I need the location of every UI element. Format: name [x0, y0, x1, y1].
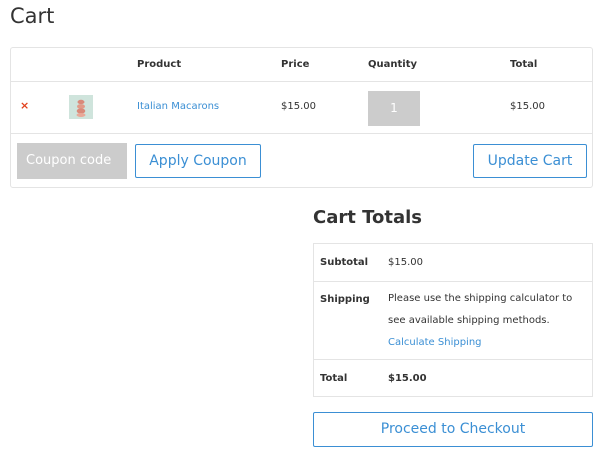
macaron-stack-icon[interactable]: [69, 95, 93, 119]
cart-table: Product Price Quantity Total × Italian M…: [10, 47, 593, 188]
header-total: Total: [510, 59, 538, 70]
header-price: Price: [281, 59, 310, 70]
subtotal-row: Subtotal $15.00: [314, 244, 592, 282]
cart-totals-table: Subtotal $15.00 Shipping Please use the …: [313, 243, 593, 397]
header-quantity: Quantity: [368, 59, 417, 70]
coupon-code-input[interactable]: Coupon code: [17, 143, 127, 179]
remove-item-icon[interactable]: ×: [20, 99, 29, 112]
total-row: Total $15.00: [314, 360, 592, 398]
total-value: $15.00: [388, 373, 427, 384]
product-link[interactable]: Italian Macarons: [137, 101, 219, 112]
subtotal-value: $15.00: [388, 257, 423, 268]
page-title: Cart: [10, 4, 55, 28]
apply-coupon-button[interactable]: Apply Coupon: [135, 144, 261, 178]
shipping-row: Shipping Please use the shipping calcula…: [314, 282, 592, 360]
subtotal-label: Subtotal: [320, 257, 369, 268]
shipping-label: Shipping: [320, 294, 370, 305]
cart-table-header: Product Price Quantity Total: [11, 48, 592, 82]
table-row: × Italian Macarons $15.00 1 $15.00: [11, 82, 592, 134]
update-cart-button[interactable]: Update Cart: [473, 144, 587, 178]
header-product: Product: [137, 59, 182, 70]
quantity-input[interactable]: 1: [368, 91, 420, 126]
cart-totals-title: Cart Totals: [313, 207, 422, 228]
shipping-info: Please use the shipping calculator to se…: [388, 288, 588, 354]
calculate-shipping-link[interactable]: Calculate Shipping: [388, 332, 588, 354]
total-label: Total: [320, 373, 348, 384]
proceed-to-checkout-button[interactable]: Proceed to Checkout: [313, 412, 593, 447]
shipping-text: Please use the shipping calculator to se…: [388, 293, 573, 326]
item-total: $15.00: [510, 101, 545, 112]
item-price: $15.00: [281, 101, 316, 112]
